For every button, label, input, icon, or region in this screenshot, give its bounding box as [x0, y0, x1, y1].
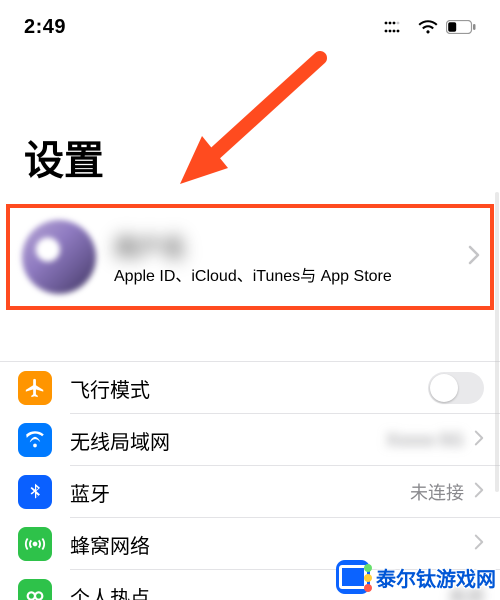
row-label: 蓝牙: [70, 478, 410, 507]
airplane-toggle[interactable]: [428, 372, 484, 404]
account-name: 用户名: [114, 228, 234, 254]
row-label: 无线局域网: [70, 426, 386, 455]
row-airplane-mode[interactable]: 飞行模式: [0, 362, 500, 414]
chevron-right-icon: [474, 430, 484, 451]
chevron-right-icon: [474, 534, 484, 555]
airplane-icon: [18, 371, 52, 405]
section-gap: [0, 320, 500, 362]
hotspot-icon: [18, 579, 52, 600]
wifi-app-icon: [18, 423, 52, 457]
row-label: 飞行模式: [70, 374, 428, 403]
avatar: [22, 220, 96, 294]
row-label: 蜂窝网络: [70, 530, 474, 559]
bluetooth-value: 未连接: [410, 479, 464, 505]
watermark-logo-icon: [336, 560, 370, 594]
apple-id-row[interactable]: 用户名 Apple ID、iCloud、iTunes与 App Store: [6, 204, 494, 310]
watermark-text: 泰尔钛游戏网: [376, 563, 496, 592]
scrollbar[interactable]: [495, 192, 499, 492]
row-bluetooth[interactable]: 蓝牙 未连接: [0, 466, 500, 518]
page-title: 设置: [0, 44, 500, 204]
account-subtitle: Apple ID、iCloud、iTunes与 App Store: [114, 262, 450, 286]
bluetooth-icon: [18, 475, 52, 509]
watermark: 泰尔钛游戏网: [336, 560, 496, 594]
dual-signal-icon: [384, 19, 410, 35]
status-time: 2:49: [24, 16, 66, 39]
wifi-value: Xxxxx-5G: [386, 430, 464, 451]
chevron-right-icon: [468, 245, 480, 270]
cellular-icon: [18, 527, 52, 561]
chevron-right-icon: [474, 482, 484, 503]
status-icons: [384, 19, 476, 35]
wifi-icon: [418, 20, 438, 34]
battery-icon: [446, 20, 476, 34]
status-bar: 2:49: [0, 0, 500, 44]
row-wifi[interactable]: 无线局域网 Xxxxx-5G: [0, 414, 500, 466]
